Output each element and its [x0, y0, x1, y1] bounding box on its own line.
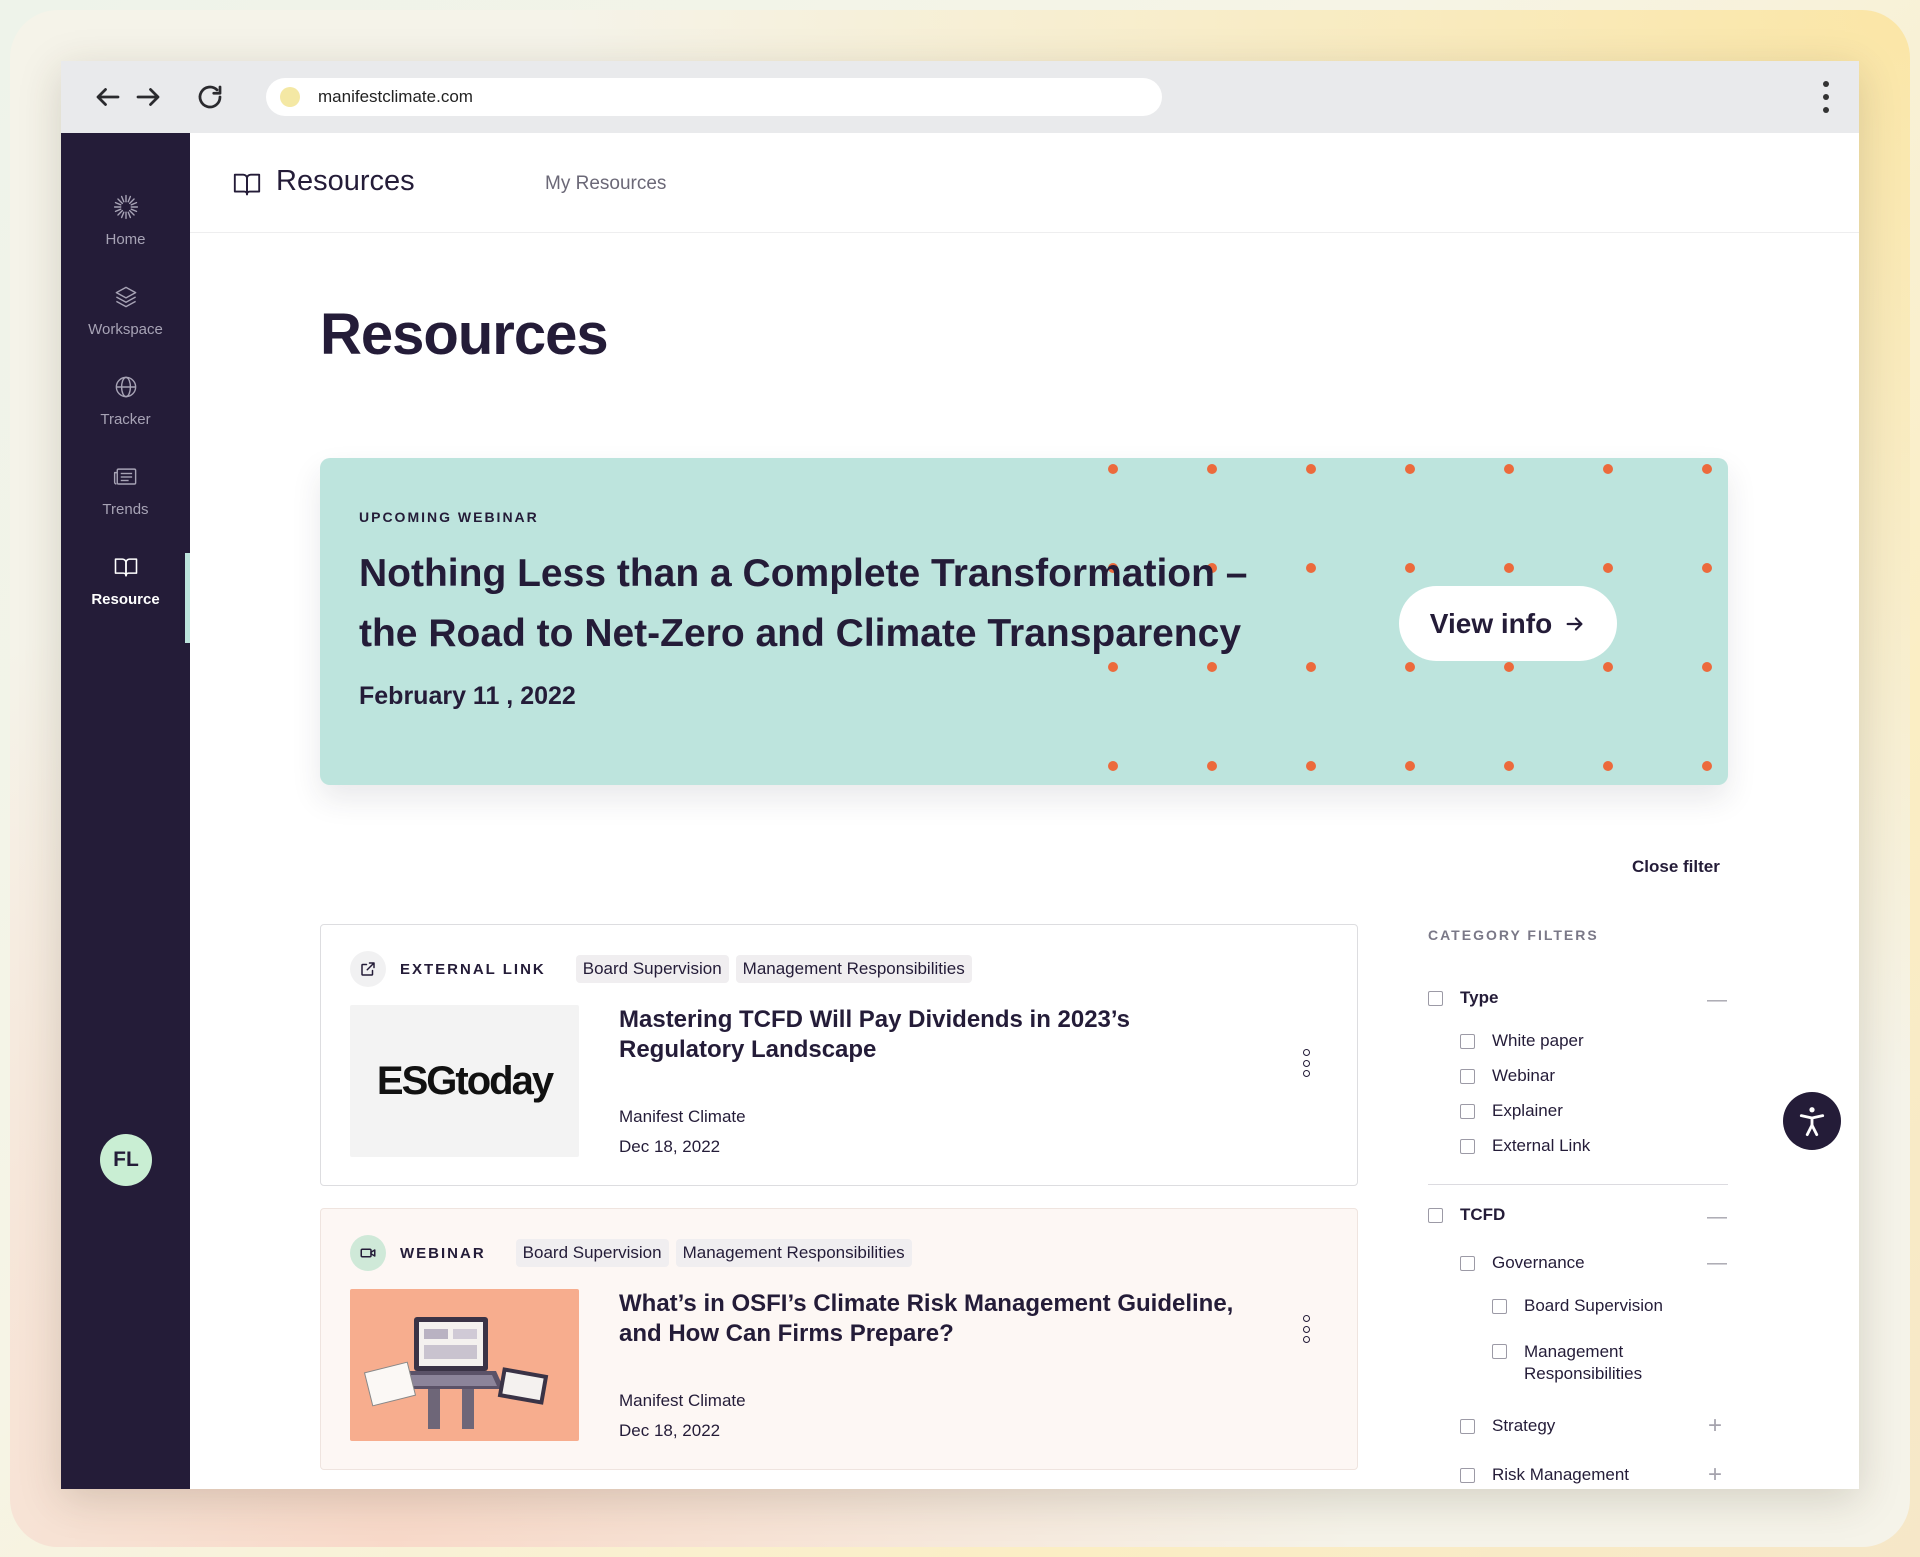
- checkbox[interactable]: [1492, 1298, 1507, 1314]
- filter-external-link[interactable]: External Link: [1460, 1136, 1590, 1156]
- card-author: Manifest Climate: [619, 1391, 746, 1410]
- forward-arrow-icon[interactable]: [128, 77, 168, 117]
- filter-management-responsibilities[interactable]: Management Responsibilities: [1492, 1341, 1664, 1385]
- sunburst-icon: [110, 191, 142, 223]
- card-header: EXTERNAL LINK Board Supervision Manageme…: [350, 951, 979, 987]
- card-title[interactable]: What’s in OSFI’s Climate Risk Management…: [619, 1289, 1259, 1349]
- card-date: Dec 18, 2022: [619, 1421, 721, 1440]
- more-options-icon[interactable]: [1301, 1049, 1311, 1077]
- tag[interactable]: Board Supervision: [515, 1239, 669, 1267]
- reload-icon[interactable]: [190, 77, 230, 117]
- resource-card[interactable]: WEBINAR Board Supervision Management Res…: [320, 1208, 1358, 1470]
- thumbnail-image: [350, 1289, 579, 1441]
- resource-type: EXTERNAL LINK: [400, 960, 546, 978]
- filter-strategy[interactable]: Strategy: [1460, 1416, 1555, 1436]
- view-info-button[interactable]: View info: [1399, 586, 1617, 661]
- checkbox[interactable]: [1428, 1207, 1443, 1223]
- laptop-illustration: [363, 1317, 549, 1429]
- category-filters-title: CATEGORY FILTERS: [1428, 927, 1599, 943]
- kebab-icon[interactable]: [1819, 81, 1833, 113]
- sidebar-item-trends[interactable]: Trends: [61, 461, 190, 518]
- banner-eyebrow: UPCOMING WEBINAR: [359, 509, 539, 525]
- checkbox[interactable]: [1460, 1255, 1475, 1271]
- collapse-icon[interactable]: —: [1707, 990, 1727, 1010]
- filter-white-paper[interactable]: White paper: [1460, 1031, 1584, 1051]
- filter-webinar[interactable]: Webinar: [1460, 1066, 1555, 1086]
- tag[interactable]: Management Responsibilities: [735, 955, 972, 983]
- browser-toolbar: manifestclimate.com: [61, 61, 1859, 133]
- newspaper-icon: [110, 461, 142, 493]
- sidebar: Home Workspace Tracker Trends Resource F…: [61, 133, 190, 1489]
- resource-type: WEBINAR: [400, 1244, 486, 1262]
- collapse-icon[interactable]: —: [1707, 1207, 1727, 1227]
- tab-my-resources[interactable]: My Resources: [545, 173, 666, 195]
- tag[interactable]: Management Responsibilities: [675, 1239, 912, 1267]
- top-tab-bar: Resources My Resources: [190, 133, 1859, 233]
- tab-resources[interactable]: Resources: [276, 165, 415, 198]
- tag[interactable]: Board Supervision: [575, 955, 729, 983]
- banner-date: February 11 , 2022: [359, 682, 576, 710]
- filter-type[interactable]: Type: [1428, 988, 1498, 1008]
- checkbox[interactable]: [1460, 1467, 1475, 1483]
- card-header: WEBINAR Board Supervision Management Res…: [350, 1235, 919, 1271]
- browser-window: manifestclimate.com Home Workspace Track…: [61, 61, 1859, 1489]
- address-bar[interactable]: manifestclimate.com: [266, 78, 1162, 116]
- card-title[interactable]: Mastering TCFD Will Pay Dividends in 202…: [619, 1005, 1259, 1065]
- checkbox[interactable]: [1460, 1033, 1475, 1049]
- collapse-icon[interactable]: —: [1707, 1253, 1727, 1273]
- card-author: Manifest Climate: [619, 1107, 746, 1126]
- back-arrow-icon[interactable]: [88, 77, 128, 117]
- checkbox[interactable]: [1460, 1103, 1475, 1119]
- close-filter-button[interactable]: Close filter: [1632, 857, 1720, 877]
- thumbnail-image: ESGtoday: [350, 1005, 579, 1157]
- sidebar-item-label: Home: [105, 231, 146, 248]
- checkbox[interactable]: [1460, 1138, 1475, 1154]
- sidebar-item-workspace[interactable]: Workspace: [61, 281, 190, 338]
- external-link-icon: [350, 951, 386, 987]
- active-indicator: [185, 553, 190, 643]
- view-info-label: View info: [1429, 607, 1553, 639]
- sidebar-item-label: Workspace: [88, 321, 163, 338]
- video-camera-icon: [350, 1235, 386, 1271]
- expand-icon[interactable]: +: [1708, 1414, 1722, 1438]
- filter-governance[interactable]: Governance: [1460, 1253, 1585, 1273]
- page-title: Resources: [320, 302, 609, 367]
- banner-title: Nothing Less than a Complete Transformat…: [359, 552, 1248, 655]
- globe-icon: [110, 371, 142, 403]
- upcoming-webinar-banner: UPCOMING WEBINAR Nothing Less than a Com…: [320, 458, 1728, 785]
- layers-icon: [110, 281, 142, 313]
- resource-card[interactable]: EXTERNAL LINK Board Supervision Manageme…: [320, 924, 1358, 1186]
- checkbox[interactable]: [1460, 1068, 1475, 1084]
- sidebar-item-label: Trends: [102, 501, 149, 518]
- url-text: manifestclimate.com: [318, 87, 473, 106]
- card-date: Dec 18, 2022: [619, 1137, 721, 1156]
- checkbox[interactable]: [1460, 1418, 1475, 1434]
- more-options-icon[interactable]: [1301, 1315, 1311, 1343]
- expand-icon[interactable]: +: [1708, 1463, 1722, 1487]
- sidebar-item-label: Tracker: [100, 411, 151, 428]
- book-icon: [232, 169, 262, 199]
- sidebar-item-label: Resource: [91, 591, 160, 608]
- arrow-right-icon: [1566, 616, 1583, 631]
- avatar[interactable]: FL: [100, 1134, 152, 1186]
- esg-today-logo: ESGtoday: [376, 1058, 554, 1103]
- filter-board-supervision[interactable]: Board Supervision: [1492, 1296, 1663, 1316]
- book-icon: [110, 551, 142, 583]
- accessibility-icon[interactable]: [1783, 1092, 1841, 1150]
- filter-explainer[interactable]: Explainer: [1460, 1101, 1563, 1121]
- sidebar-item-resource[interactable]: Resource: [61, 551, 190, 608]
- filter-divider: [1428, 1184, 1728, 1185]
- sidebar-item-tracker[interactable]: Tracker: [61, 371, 190, 428]
- filter-tcfd[interactable]: TCFD: [1428, 1205, 1505, 1225]
- checkbox[interactable]: [1492, 1344, 1507, 1359]
- checkbox[interactable]: [1428, 990, 1443, 1006]
- site-dot-icon: [280, 87, 300, 107]
- filter-risk-management[interactable]: Risk Management: [1460, 1465, 1629, 1485]
- sidebar-item-home[interactable]: Home: [61, 191, 190, 248]
